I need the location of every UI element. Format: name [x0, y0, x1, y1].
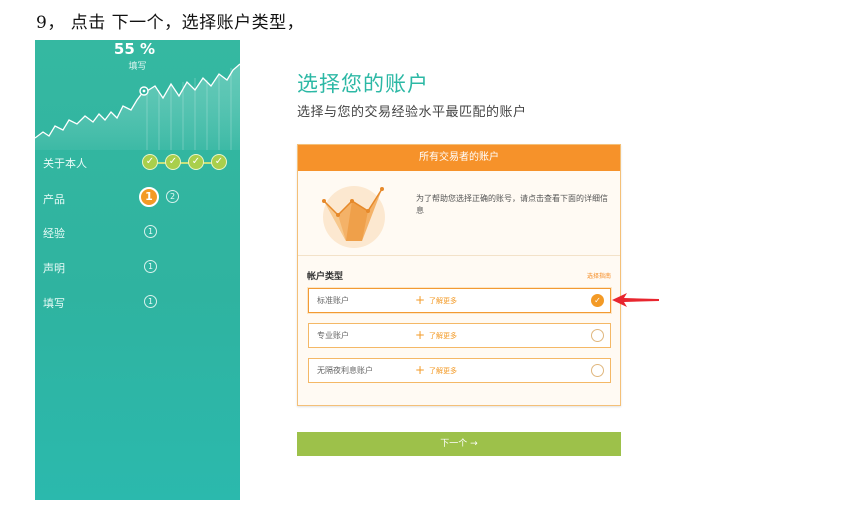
- check-icon: ✓: [188, 154, 204, 170]
- next-button[interactable]: 下一个 →: [297, 432, 621, 456]
- option-name: 标准账户: [317, 296, 349, 305]
- step-badge: 1: [144, 225, 157, 238]
- option-standard-account[interactable]: 标准账户 + 了解更多 ✓: [308, 288, 611, 313]
- radio-checked-icon[interactable]: ✓: [591, 294, 604, 307]
- option-name: 专业账户: [317, 331, 349, 340]
- plus-icon: +: [415, 328, 426, 342]
- step-product: 产品 1 2: [35, 186, 240, 210]
- plus-icon: +: [415, 363, 426, 377]
- chart-illustration-icon: [322, 186, 385, 248]
- step-label: 声明: [43, 262, 65, 275]
- learn-more-link[interactable]: 了解更多: [429, 289, 457, 313]
- step-declaration: 声明 1: [35, 257, 240, 281]
- account-card: 所有交易者的账户 为了帮助您选择正确的账号，请点击查看下面的详细信息 帐户类型 …: [297, 144, 621, 406]
- check-icon: ✓: [142, 154, 158, 170]
- step-label: 产品: [43, 193, 65, 206]
- option-name: 无隔夜利息账户: [317, 366, 373, 375]
- progress-percent: 55 %: [113, 40, 156, 58]
- step-label: 填写: [43, 297, 65, 310]
- check-icon: ✓: [165, 154, 181, 170]
- step-experience: 经验 1: [35, 222, 240, 246]
- page-title: 选择您的账户: [297, 72, 429, 96]
- red-arrow-icon: [612, 293, 659, 307]
- learn-more-link[interactable]: 了解更多: [429, 324, 457, 348]
- radio-icon[interactable]: [591, 364, 604, 377]
- step-about-me: 关于本人 ✓ ✓ ✓ ✓: [35, 152, 240, 176]
- progress-label: 填写: [128, 62, 147, 72]
- step-label: 关于本人: [43, 157, 87, 170]
- card-header: 所有交易者的账户: [298, 145, 620, 171]
- plus-icon: +: [415, 293, 426, 307]
- selection-guide-link[interactable]: 选择指南: [587, 271, 611, 280]
- step-fill: 填写 1: [35, 292, 240, 316]
- account-type-label: 帐户类型: [307, 272, 344, 282]
- progress-sidebar: 55 % 填写 关于本人 ✓ ✓ ✓ ✓ 产品 1 2 经验 1 声明 1 填写…: [35, 40, 240, 500]
- instruction-text: 9， 点击 下一个，选择账户类型，: [36, 13, 305, 33]
- step-label: 经验: [43, 227, 65, 240]
- check-icon: ✓: [211, 154, 227, 170]
- learn-more-link[interactable]: 了解更多: [429, 359, 457, 383]
- option-professional-account[interactable]: 专业账户 + 了解更多: [308, 323, 611, 348]
- card-divider: [298, 255, 620, 256]
- step-badge: 1: [144, 295, 157, 308]
- next-step-badge: 2: [166, 190, 179, 203]
- step-badge: 1: [144, 260, 157, 273]
- option-swap-free-account[interactable]: 无隔夜利息账户 + 了解更多: [308, 358, 611, 383]
- page-subtitle: 选择与您的交易经验水平最匹配的账户: [297, 105, 527, 120]
- card-description: 为了帮助您选择正确的账号，请点击查看下面的详细信息: [416, 194, 608, 215]
- radio-icon[interactable]: [591, 329, 604, 342]
- progress-connector: [155, 162, 215, 164]
- current-step-badge: 1: [139, 187, 159, 207]
